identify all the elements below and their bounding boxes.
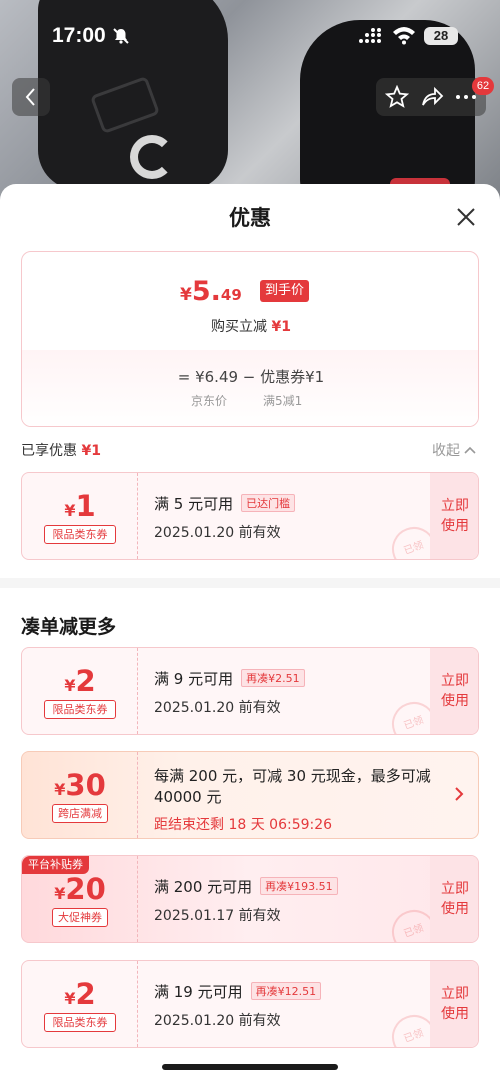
coupon-condition: 满 19 元可用 再凑¥12.51	[154, 981, 322, 1002]
section-divider	[0, 578, 500, 588]
coupon-type: 限品类东券	[44, 700, 116, 719]
brand-logo	[130, 135, 174, 179]
coupon-expiry: 2025.01.20 前有效	[154, 1013, 281, 1029]
coupon-condition: 满 5 元可用 已达门槛	[154, 493, 296, 514]
cross-store-promo-card[interactable]: ¥30 跨店满减 每满 200 元，可减 30 元现金，最多可减 40000 元…	[21, 751, 479, 839]
coupon-card: 平台补贴券 ¥20 大促神券 满 200 元可用 再凑¥193.51 2025.0…	[21, 855, 479, 943]
enjoyed-discount: 已享优惠 ¥1	[21, 443, 101, 459]
wifi-icon	[393, 27, 415, 45]
star-icon[interactable]	[385, 85, 409, 109]
coupon-amount: ¥30	[54, 768, 106, 802]
chevron-up-icon	[464, 446, 477, 454]
coupon-type: 跨店满减	[52, 804, 108, 823]
price-breakdown	[22, 350, 478, 426]
coupon-rule-label: 满5减1	[263, 394, 303, 408]
coupon-amount: ¥2	[64, 664, 96, 698]
coupon-amount: ¥1	[64, 489, 96, 523]
use-now-button[interactable]: 立即 使用	[430, 473, 478, 559]
status-bar: 17:00 28	[0, 0, 500, 70]
coupon-type: 限品类东券	[44, 1013, 116, 1032]
coupon-gap-tag: 再凑¥2.51	[241, 669, 305, 687]
coupon-value-area: ¥2 限品类东券	[22, 961, 138, 1047]
coupon-condition: 满 9 元可用 再凑¥2.51	[154, 668, 305, 689]
coupon-value-area: ¥30 跨店满减	[22, 752, 138, 838]
coupon-card: ¥2 限品类东券 满 9 元可用 再凑¥2.51 2025.01.20 前有效 已…	[21, 647, 479, 735]
coupon-gap-tag: 再凑¥193.51	[260, 877, 338, 895]
price-summary-card: ¥5.49 到手价 购买立减 ¥1 = ¥6.49 − 优惠券¥1 京东价 满5…	[21, 251, 479, 427]
share-icon[interactable]	[420, 85, 444, 109]
coupon-value-area: ¥1 限品类东券	[22, 473, 138, 559]
coupon-amount: ¥2	[64, 977, 96, 1011]
chevron-right-icon	[455, 787, 464, 801]
coupon-type: 大促神券	[52, 908, 108, 927]
coupon-expiry: 2025.01.20 前有效	[154, 700, 281, 716]
home-indicator[interactable]	[162, 1064, 338, 1070]
section-title: 凑单减更多	[21, 616, 117, 638]
battery-indicator: 28	[424, 27, 458, 45]
promo-countdown: 距结束还剩 18 天 06:59:26	[154, 817, 333, 833]
collapse-toggle[interactable]: 收起	[432, 440, 477, 460]
coupon-expiry: 2025.01.17 前有效	[154, 908, 281, 924]
instant-discount: 购买立减 ¥1	[211, 319, 291, 335]
price-formula: = ¥6.49 − 优惠券¥1	[177, 368, 325, 386]
promo-description: 每满 200 元，可减 30 元现金，最多可减 40000 元	[154, 767, 431, 806]
coupon-threshold-tag: 已达门槛	[241, 494, 296, 512]
discount-sheet: 优惠 ¥5.49 到手价 购买立减 ¥1 = ¥6.49 − 优惠券¥1 京东价…	[0, 184, 500, 1083]
chevron-left-icon	[25, 88, 35, 106]
coupon-type: 限品类东券	[44, 525, 116, 544]
action-bar	[376, 78, 486, 116]
sheet-title: 优惠	[229, 206, 271, 230]
coupon-gap-tag: 再凑¥12.51	[250, 982, 322, 1000]
coupon-card: ¥2 限品类东券 满 19 元可用 再凑¥12.51 2025.01.20 前有效…	[21, 960, 479, 1048]
use-now-button[interactable]: 立即 使用	[430, 961, 478, 1047]
coupon-condition: 满 200 元可用 再凑¥193.51	[154, 876, 338, 897]
coupon-value-area: ¥2 限品类东券	[22, 648, 138, 734]
status-time: 17:00	[52, 24, 106, 47]
coupon-amount: ¥20	[54, 872, 106, 906]
coupon-card: ¥1 限品类东券 满 5 元可用 已达门槛 2025.01.20 前有效 已领 立…	[21, 472, 479, 560]
bell-muted-icon	[113, 28, 129, 44]
back-button[interactable]	[12, 78, 50, 116]
final-price: ¥5.49	[180, 276, 242, 307]
coupon-expiry: 2025.01.20 前有效	[154, 525, 281, 541]
use-now-button[interactable]: 立即 使用	[430, 856, 478, 942]
message-count-badge: 62	[472, 77, 494, 95]
cellular-signal-icon	[359, 28, 381, 43]
final-price-tag: 到手价	[260, 280, 310, 302]
use-now-button[interactable]: 立即 使用	[430, 648, 478, 734]
close-icon[interactable]	[455, 206, 477, 228]
base-price-label: 京东价	[191, 394, 228, 408]
platform-subsidy-tag: 平台补贴券	[22, 856, 89, 874]
